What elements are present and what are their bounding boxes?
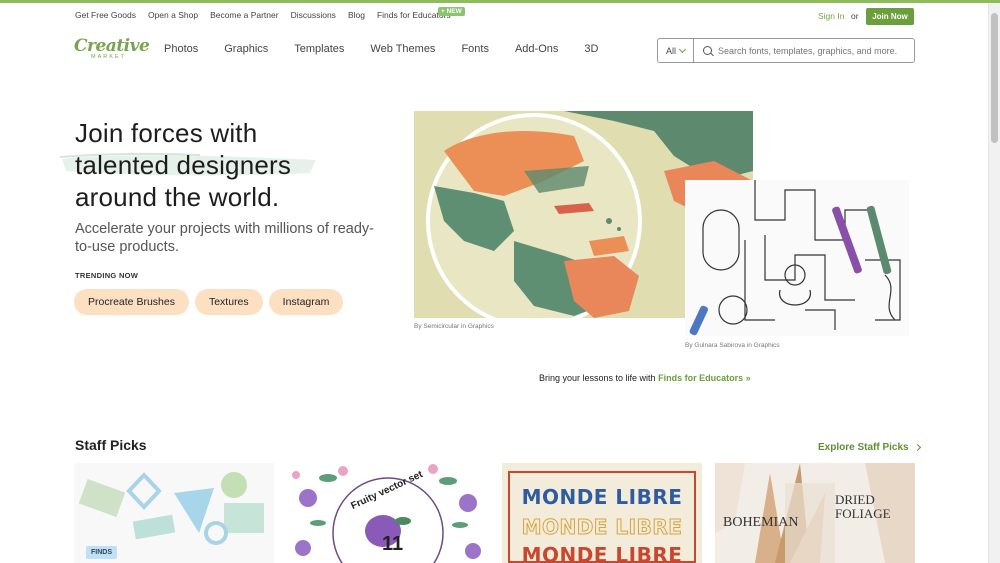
staff-pick-card-2[interactable]: Fruity vector set 11 [288,463,488,563]
creative-market-logo[interactable]: Creative MARKET [74,36,150,66]
card-3-line-1: MONDE LIBRE [521,485,683,509]
staff-pick-card-3[interactable]: MONDE LIBRE MONDE LIBRE MONDE LIBRE [502,463,702,563]
logo-subtext: MARKET [91,54,126,60]
search-icon [703,46,712,55]
educators-promo: Bring your lessons to life with Finds fo… [539,373,751,383]
nav-templates[interactable]: Templates [294,43,344,55]
card-4-title: DRIED FOLIAGE [835,493,891,521]
finds-badge: FINDS [86,546,117,559]
nav-fonts[interactable]: Fonts [461,43,489,55]
nav-photos[interactable]: Photos [164,43,198,55]
staff-pick-card-4[interactable]: DRIED FOLIAGE BOHEMIAN [715,463,915,563]
trending-label: TRENDING NOW [75,271,139,280]
page-scrollbar[interactable] [988,3,1000,563]
staff-pick-card-1[interactable]: FINDS [74,463,274,563]
trending-pills: Procreate Brushes Textures Instagram [74,289,344,315]
trending-pill-procreate-brushes[interactable]: Procreate Brushes [74,289,189,315]
new-badge: + NEW [438,7,465,16]
util-link-open-shop[interactable]: Open a Shop [148,10,198,20]
educators-promo-text: Bring your lessons to life with [539,373,656,383]
educators-link[interactable]: Finds for Educators » [658,373,751,383]
search-category-select[interactable]: All [658,39,694,62]
nav-graphics[interactable]: Graphics [224,43,268,55]
search-bar: All [657,38,915,63]
or-text: or [851,11,859,21]
hero-title: Join forces with talented designers arou… [75,117,395,213]
utility-links: Get Free Goods Open a Shop Become a Part… [75,10,463,20]
card-4-side-text: BOHEMIAN [723,515,799,530]
join-now-button[interactable]: Join Now [866,8,914,25]
explore-staff-picks-link[interactable]: Explore Staff Picks [818,442,921,453]
hero-image-2-caption: By Gulnara Sabirova in Graphics [685,342,780,349]
card-4-title-line-2: FOLIAGE [835,506,891,521]
hero-title-line-1: Join forces with [75,118,258,148]
sign-in-link[interactable]: Sign In [818,11,844,21]
trending-pill-textures[interactable]: Textures [194,289,263,315]
staff-picks-title: Staff Picks [75,437,147,453]
util-link-free-goods[interactable]: Get Free Goods [75,10,136,20]
nav-3d[interactable]: 3D [584,43,598,55]
nav-web-themes[interactable]: Web Themes [370,43,435,55]
utility-bar: Get Free Goods Open a Shop Become a Part… [0,3,988,29]
card-3-line-3: MONDE LIBRE [521,543,683,563]
card-2-number: 11 [382,533,404,555]
chevron-right-icon [913,443,921,452]
logo-wordmark: Creative [74,36,150,56]
nav-add-ons[interactable]: Add-Ons [515,43,558,55]
trending-pill-instagram[interactable]: Instagram [268,289,344,315]
main-nav: Photos Graphics Templates Web Themes Fon… [164,43,624,55]
util-link-partner[interactable]: Become a Partner [210,10,279,20]
hero-title-line-3: around the world. [75,182,280,212]
hero-subtitle: Accelerate your projects with millions o… [75,221,374,255]
util-link-blog[interactable]: Blog [348,10,365,20]
explore-staff-picks-label: Explore Staff Picks [818,442,909,453]
hero-title-line-2: talented designers [75,150,292,180]
hero-image-1-caption: By Semicircular in Graphics [414,323,494,330]
card-4-title-line-1: DRIED [835,492,875,507]
hero-coloring-image[interactable] [685,180,909,336]
search-category-value: All [665,45,676,56]
coloring-illustration [685,180,909,336]
search-input[interactable] [718,45,914,56]
util-link-discussions[interactable]: Discussions [291,10,336,20]
scrollbar-thumb[interactable] [991,13,998,143]
chevron-down-icon [678,45,687,53]
card-3-line-2: MONDE LIBRE [521,515,683,540]
